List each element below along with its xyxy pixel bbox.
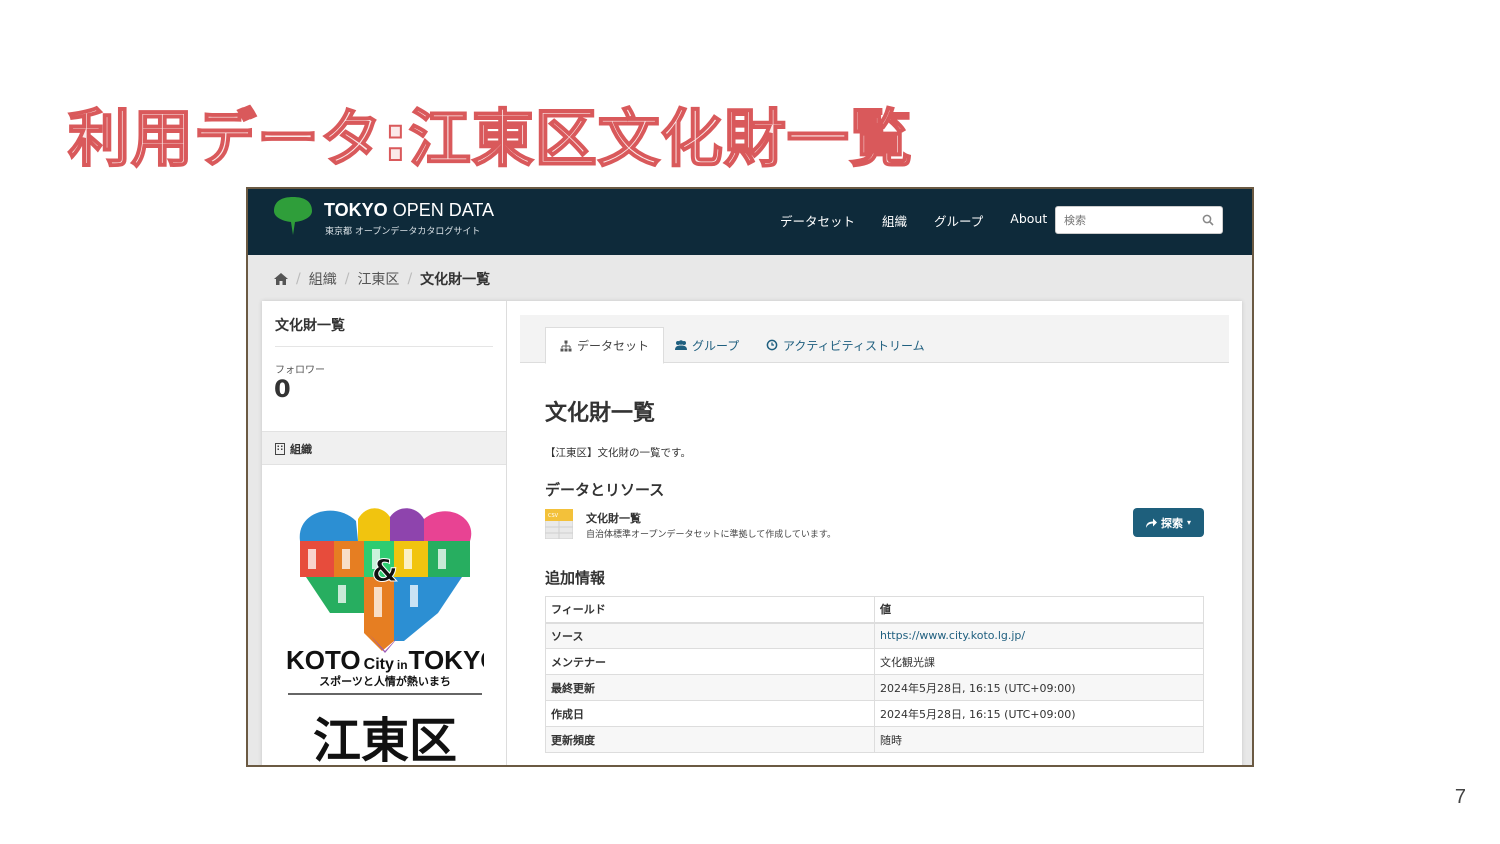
search-icon[interactable] xyxy=(1202,214,1214,226)
row-value: 随時 xyxy=(874,726,1204,753)
main-wrapper: 文化財一覧 フォロワー 0 組織 & KOTO City inTOKY スポーツ… xyxy=(262,301,1242,767)
users-icon xyxy=(675,340,687,350)
column-header-value: 値 xyxy=(874,596,1204,624)
dataset-title: 文化財一覧 xyxy=(545,401,656,426)
row-key: ソース xyxy=(545,622,875,649)
row-key: 最終更新 xyxy=(545,674,875,701)
building-icon xyxy=(275,443,285,455)
table-row: 作成日 2024年5月28日, 16:15 (UTC+09:00) xyxy=(545,700,1204,727)
slide: 利用データ:江東区文化財一覧 7 TOKYO OPEN DATA 東京都 オープ… xyxy=(0,0,1500,844)
tab-groups[interactable]: グループ xyxy=(661,327,753,363)
sidebar: 文化財一覧 フォロワー 0 組織 & KOTO City inTOKY スポーツ… xyxy=(262,301,507,767)
breadcrumb-separator: / xyxy=(344,271,350,287)
search-input[interactable] xyxy=(1056,207,1196,233)
svg-text:CSV: CSV xyxy=(548,513,559,519)
nav-link-about[interactable]: About xyxy=(1010,211,1047,230)
caret-down-icon: ▾ xyxy=(1186,518,1191,527)
tab-groups-label: グループ xyxy=(692,338,740,353)
column-header-field: フィールド xyxy=(545,596,875,624)
table-header-row: フィールド 値 xyxy=(545,596,1204,624)
sitemap-icon xyxy=(560,340,572,351)
svg-text:&: & xyxy=(372,554,398,589)
tab-activity-stream[interactable]: アクティビティストリーム xyxy=(752,327,939,363)
resource-description: 自治体標準オープンデータセットに準拠して作成しています。 xyxy=(586,530,837,540)
row-value: 2024年5月28日, 16:15 (UTC+09:00) xyxy=(874,674,1204,701)
tab-bar: データセット グループ アクティビティストリーム xyxy=(520,315,1229,364)
clock-icon xyxy=(766,339,778,351)
source-link[interactable]: https://www.city.koto.lg.jp/ xyxy=(880,629,1025,642)
sidebar-org-header: 組織 xyxy=(262,431,506,465)
table-row: 更新頻度 随時 xyxy=(545,726,1204,753)
row-value: 2024年5月28日, 16:15 (UTC+09:00) xyxy=(874,700,1204,727)
content-area: データセット グループ アクティビティストリーム 文化財一覧 【江東区】文化財の… xyxy=(520,315,1229,765)
table-row: ソース https://www.city.koto.lg.jp/ xyxy=(545,622,1204,649)
share-icon xyxy=(1145,518,1157,528)
screenshot-frame: TOKYO OPEN DATA 東京都 オープンデータカタログサイト データセッ… xyxy=(246,187,1254,767)
resources-heading: データとリソース xyxy=(545,481,665,499)
row-key: 更新頻度 xyxy=(545,726,875,753)
nav-link-groups[interactable]: グループ xyxy=(934,211,983,230)
dataset-description: 【江東区】文化財の一覧です。 xyxy=(545,447,691,459)
followers-count: 0 xyxy=(274,375,291,403)
csv-file-icon[interactable]: CSV xyxy=(545,509,573,539)
brand-subtitle: 東京都 オープンデータカタログサイト xyxy=(325,227,481,237)
row-value: https://www.city.koto.lg.jp/ xyxy=(874,622,1204,649)
sports-heart-graphic: & xyxy=(299,508,472,653)
tokyo-leaf-logo-icon[interactable] xyxy=(272,195,314,237)
navbar: TOKYO OPEN DATA 東京都 オープンデータカタログサイト データセッ… xyxy=(248,189,1252,255)
brand-title[interactable]: TOKYO OPEN DATA xyxy=(324,200,494,221)
row-value: 文化観光課 xyxy=(874,648,1204,675)
followers-label: フォロワー xyxy=(275,365,325,376)
tab-activity-label: アクティビティストリーム xyxy=(783,338,925,353)
tab-datasets-label: データセット xyxy=(577,339,650,353)
tab-datasets[interactable]: データセット xyxy=(545,327,665,364)
breadcrumb-separator: / xyxy=(407,271,413,287)
svg-text:KOTOCityinTOKYO: KOTOCityinTOKYO xyxy=(286,645,484,675)
sidebar-divider xyxy=(275,346,493,347)
search-box xyxy=(1055,206,1223,234)
nav-links: データセット 組織 グループ About xyxy=(780,211,1047,230)
slide-title: 利用データ:江東区文化財一覧 xyxy=(67,101,913,176)
breadcrumb-current[interactable]: 文化財一覧 xyxy=(420,269,490,289)
sidebar-org-label: 組織 xyxy=(290,443,312,456)
breadcrumb-item-organizations[interactable]: 組織 xyxy=(309,269,337,289)
row-key: 作成日 xyxy=(545,700,875,727)
svg-text:スポーツと人情が熱いまち: スポーツと人情が熱いまち xyxy=(319,674,451,688)
table-row: メンテナー 文化観光課 xyxy=(545,648,1204,675)
home-icon[interactable] xyxy=(274,273,288,285)
breadcrumb-separator: / xyxy=(296,271,301,287)
breadcrumb-item-koto[interactable]: 江東区 xyxy=(357,269,399,289)
svg-text:江東区: 江東区 xyxy=(313,713,457,767)
row-key: メンテナー xyxy=(545,648,875,675)
nav-link-organizations[interactable]: 組織 xyxy=(882,211,907,230)
table-row: 最終更新 2024年5月28日, 16:15 (UTC+09:00) xyxy=(545,674,1204,701)
koto-city-logo[interactable]: & KOTOCityinTOKYO スポーツと人情が熱いまち 江東区 xyxy=(286,501,484,767)
nav-link-datasets[interactable]: データセット xyxy=(780,211,855,230)
sidebar-title: 文化財一覧 xyxy=(275,318,345,334)
breadcrumb: / 組織 / 江東区 / 文化財一覧 xyxy=(274,269,490,289)
explore-button[interactable]: 探索 ▾ xyxy=(1133,508,1204,537)
additional-info-heading: 追加情報 xyxy=(545,569,606,587)
resource-name[interactable]: 文化財一覧 xyxy=(586,510,641,526)
page-number: 7 xyxy=(1454,786,1466,808)
additional-info-table: フィールド 値 ソース https://www.city.koto.lg.jp/… xyxy=(545,596,1204,753)
explore-button-label: 探索 xyxy=(1160,516,1183,530)
